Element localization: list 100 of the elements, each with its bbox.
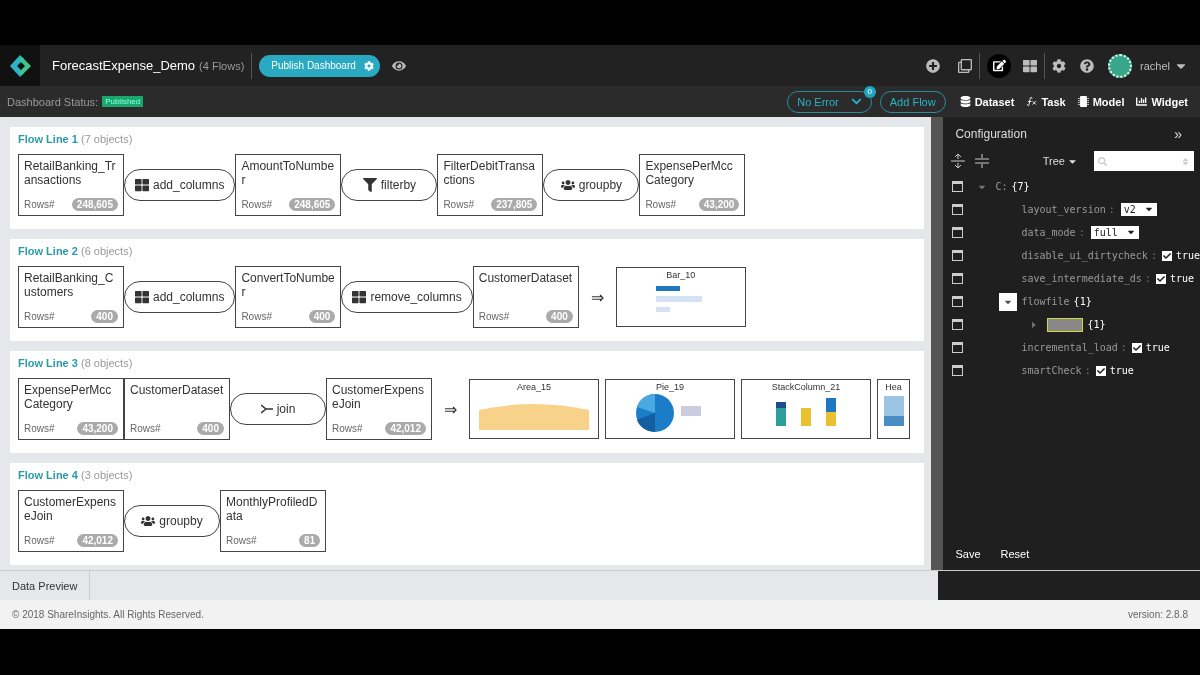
collapse-all-icon[interactable] (975, 154, 990, 168)
help-icon[interactable] (1080, 58, 1095, 73)
object-count: {7} (1011, 181, 1030, 192)
sort-arrows-icon (1181, 156, 1190, 166)
panel-tab[interactable]: Model (1071, 95, 1131, 108)
row-menu-icon[interactable] (952, 319, 964, 330)
task-node[interactable]: join (230, 393, 326, 425)
task-node[interactable]: groupby (543, 169, 640, 201)
dataset-node[interactable]: CustomerExpenseJoin Rows# 42,012 (326, 378, 432, 440)
chart-widget[interactable]: Bar_10 (615, 267, 746, 327)
dataset-node[interactable]: ConvertToNumber Rows# 400 (235, 266, 342, 328)
rows-label: Rows# (24, 311, 55, 322)
panel-tab[interactable]: Dataset (953, 95, 1021, 108)
dataset-name: ExpensePerMccCategory (645, 159, 734, 187)
dataset-name: AmountToNumber (241, 159, 336, 187)
row-count: 400 (308, 310, 336, 323)
tree-key: smartCheck (1021, 365, 1082, 376)
row-menu-icon[interactable] (952, 342, 964, 353)
checkbox[interactable] (1131, 342, 1142, 353)
expand-all-icon[interactable] (951, 154, 966, 168)
flow-title: Flow Line 1 (7 objects) (18, 133, 134, 145)
dataset-name: CustomerExpenseJoin (24, 495, 118, 523)
row-menu-icon[interactable] (952, 296, 964, 307)
panel-tab[interactable]: Widget (1130, 95, 1194, 108)
checkbox[interactable] (1161, 250, 1172, 261)
row-menu-icon[interactable] (952, 227, 964, 238)
dataset-node[interactable]: ExpensePerMccCategory Rows# 43,200 (639, 154, 746, 216)
row-count: 400 (197, 422, 224, 435)
dataset-node[interactable]: FilterDebitTransactions Rows# 237,805 (437, 154, 544, 216)
task-node[interactable]: filterby (341, 169, 438, 201)
dataset-node[interactable]: CustomerExpenseJoin Rows# 42,012 (18, 490, 124, 552)
expand-toggle[interactable] (999, 292, 1018, 311)
chart-widget[interactable]: Area_15 (469, 379, 599, 439)
view-mode-dropdown[interactable]: Tree (1036, 154, 1084, 168)
task-node[interactable]: add_columns (124, 281, 236, 313)
status-label: Dashboard Status: (7, 95, 99, 108)
tree-key: C: (995, 181, 1008, 192)
dataset-node[interactable]: RetailBanking_Transactions Rows# 248,605 (18, 154, 124, 216)
row-count: 400 (91, 310, 118, 323)
user-menu[interactable]: rachel (1140, 59, 1170, 72)
chart-widget[interactable]: Hea (877, 379, 910, 439)
copy-icon[interactable] (958, 58, 973, 73)
row-menu-icon[interactable] (952, 365, 964, 376)
copyright-text: © 2018 ShareInsights. All Rights Reserved. (12, 609, 204, 620)
panel-title: Configuration (955, 127, 1027, 141)
row-menu-icon[interactable] (952, 250, 964, 261)
row-menu-icon[interactable] (952, 204, 964, 215)
tree-value: true (1145, 342, 1170, 353)
checkbox[interactable] (1095, 365, 1106, 376)
task-node[interactable]: groupby (124, 505, 220, 537)
chart-widget[interactable]: Pie_19 (605, 379, 735, 439)
flow-arrow: ⇒ (444, 399, 457, 419)
key-separator: : (1120, 342, 1127, 353)
rows-label: Rows# (645, 199, 676, 210)
checkbox[interactable] (1155, 273, 1166, 284)
task-node[interactable]: add_columns (124, 169, 236, 201)
chart-title: Pie_19 (656, 382, 684, 392)
dataset-node[interactable]: CustomerDataset Rows# 400 (124, 378, 230, 440)
panel-tab[interactable]: Task (1020, 95, 1072, 108)
edit-icon[interactable] (987, 53, 1012, 78)
value-select[interactable]: v2 (1120, 203, 1157, 216)
dataset-name: ConvertToNumber (241, 271, 336, 299)
flow-title: Flow Line 4 (3 objects) (18, 469, 134, 481)
rows-label: Rows# (24, 199, 55, 210)
dataset-node[interactable]: RetailBanking_Customers Rows# 400 (18, 266, 124, 328)
flow-title: Flow Line 2 (6 objects) (18, 245, 134, 257)
row-count: 42,012 (385, 422, 426, 435)
search-icon (1098, 156, 1107, 166)
tree-key: data_mode (1021, 227, 1076, 238)
rows-label: Rows# (241, 311, 272, 322)
row-menu-icon[interactable] (952, 181, 964, 192)
tree-key: save_intermediate_ds (1021, 273, 1142, 284)
settings-icon[interactable] (1052, 58, 1067, 73)
row-count: 43,200 (698, 198, 740, 211)
user-avatar (1108, 53, 1133, 78)
search-field[interactable] (1094, 151, 1194, 171)
rows-label: Rows# (24, 535, 55, 546)
dataset-name: RetailBanking_Transactions (24, 159, 117, 187)
panel-button[interactable]: Reset (994, 546, 1036, 562)
add-icon[interactable] (926, 58, 941, 73)
collapse-button[interactable]: » (1168, 125, 1188, 143)
row-menu-icon[interactable] (952, 273, 964, 284)
task-node[interactable]: remove_columns (341, 281, 473, 313)
dataset-node[interactable]: AmountToNumber Rows# 248,605 (235, 154, 342, 216)
version-text: version: 2.8.8 (1127, 609, 1188, 620)
dataset-name: ExpensePerMccCategory (24, 383, 113, 411)
value-select[interactable]: full (1090, 226, 1139, 239)
dataset-name: CustomerExpenseJoin (332, 383, 426, 411)
dataset-node[interactable]: CustomerDataset Rows# 400 (472, 266, 579, 328)
dataset-node[interactable]: MonthlyProfiledData Rows# 81 (220, 490, 326, 552)
layout-icon[interactable] (1023, 58, 1038, 73)
eye-icon[interactable] (391, 58, 406, 73)
database-icon (959, 96, 971, 107)
chart-widget[interactable]: StackColumn_21 (741, 379, 871, 439)
tree-key: layout_version (1021, 204, 1106, 215)
tree-value: true (1169, 273, 1194, 284)
dataset-node[interactable]: ExpensePerMccCategory Rows# 43,200 (18, 378, 124, 440)
settings-icon (363, 60, 374, 71)
chevron-down-icon (850, 96, 862, 107)
panel-button[interactable]: Save (949, 546, 987, 562)
